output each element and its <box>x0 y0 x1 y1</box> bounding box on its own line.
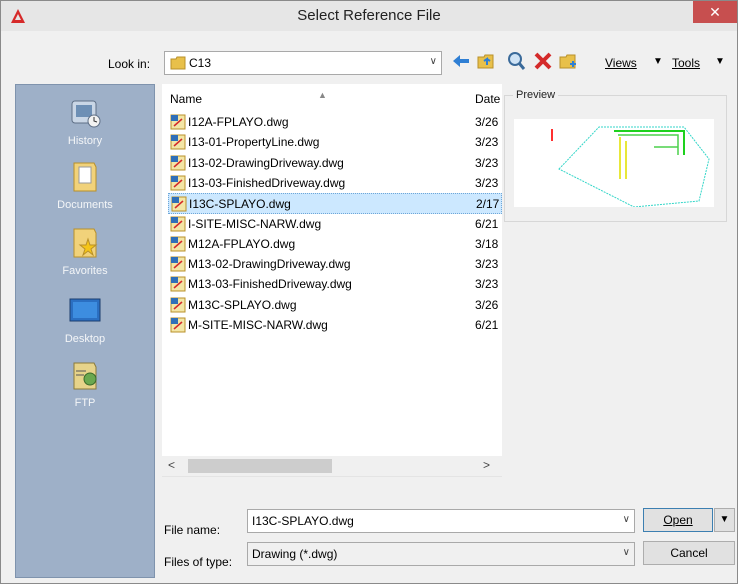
file-name: I13C-SPLAYO.dwg <box>189 197 291 212</box>
file-name: I13-02-DrawingDriveway.dwg <box>188 155 344 170</box>
dwg-file-icon <box>170 216 186 231</box>
window-title: Select Reference File <box>297 7 441 24</box>
search-web-icon[interactable] <box>506 51 526 71</box>
file-row-selected[interactable]: I13C-SPLAYO.dwg 2/17 <box>168 193 502 215</box>
file-name: I12A-FPLAYO.dwg <box>188 115 289 129</box>
scroll-right-icon[interactable]: > <box>483 458 490 472</box>
place-label: Favorites <box>62 265 108 277</box>
file-name: I-SITE-MISC-NARW.dwg <box>188 216 322 231</box>
dwg-file-icon <box>170 256 186 272</box>
column-header-date[interactable]: Date <box>475 92 500 106</box>
file-row[interactable]: I12A-FPLAYO.dwg 3/26 <box>168 112 502 133</box>
file-date: 2/17 <box>476 197 500 212</box>
open-button[interactable]: Open <box>643 508 713 532</box>
horizontal-scrollbar[interactable]: < > <box>162 456 502 476</box>
history-icon <box>71 100 101 128</box>
file-date: 3/23 <box>475 175 499 190</box>
title-bar: Select Reference File ✕ <box>1 1 737 31</box>
cancel-button[interactable]: Cancel <box>643 541 735 565</box>
file-name-label: File name: <box>164 523 221 537</box>
look-in-value: C13 <box>189 56 212 70</box>
file-row[interactable]: I13-02-DrawingDriveway.dwg 3/23 <box>168 153 502 174</box>
scroll-thumb[interactable] <box>188 459 332 473</box>
chevron-down-icon: ∨ <box>622 547 630 558</box>
dwg-file-icon <box>170 276 186 292</box>
select-reference-file-dialog: Select Reference File ✕ Look in: C13 ∨ V… <box>0 0 738 584</box>
dwg-file-icon <box>170 175 186 191</box>
look-in-label: Look in: <box>108 57 151 71</box>
up-one-level-icon[interactable] <box>476 51 496 71</box>
file-row[interactable]: I13-01-PropertyLine.dwg 3/23 <box>168 132 502 153</box>
file-name: M12A-FPLAYO.dwg <box>188 236 296 251</box>
file-name-input[interactable]: I13C-SPLAYO.dwg ∨ <box>247 509 635 533</box>
tools-dropdown-arrow-icon[interactable]: ▼ <box>715 56 725 67</box>
close-button[interactable]: ✕ <box>693 1 737 23</box>
dwg-file-icon <box>170 317 186 333</box>
file-date: 3/23 <box>475 135 499 150</box>
views-dropdown-arrow-icon[interactable]: ▼ <box>653 56 663 67</box>
place-ftp[interactable]: FTP <box>16 357 154 409</box>
file-name: I13-01-PropertyLine.dwg <box>188 135 320 150</box>
folder-icon <box>170 56 186 70</box>
chevron-down-icon: ∨ <box>429 56 437 67</box>
file-date: 3/18 <box>475 236 499 251</box>
place-label: FTP <box>74 397 96 409</box>
file-list: Name ▲ Date I12A-FPLAYO.dwg 3/26 I13-01-Pr… <box>162 84 502 477</box>
dwg-file-icon <box>170 236 186 252</box>
place-label: Documents <box>57 199 113 211</box>
back-arrow-icon[interactable] <box>451 51 471 71</box>
open-options-button[interactable]: ▼ <box>714 508 735 532</box>
file-type-label: Files of type: <box>164 555 233 569</box>
dwg-file-icon <box>170 297 186 313</box>
look-in-dropdown[interactable]: C13 ∨ <box>164 51 442 75</box>
file-row[interactable]: M12A-FPLAYO.dwg 3/18 <box>168 234 502 255</box>
file-date: 3/23 <box>475 155 499 170</box>
ftp-icon <box>73 362 97 390</box>
file-row[interactable]: M-SITE-MISC-NARW.dwg 6/21 <box>168 315 502 336</box>
file-date: 6/21 <box>475 216 499 231</box>
file-name: M-SITE-MISC-NARW.dwg <box>188 318 328 332</box>
place-label: History <box>67 135 103 147</box>
file-date: 3/26 <box>475 115 499 129</box>
column-header-name[interactable]: Name ▲ <box>170 90 327 106</box>
place-documents[interactable]: Documents <box>16 159 154 211</box>
place-desktop[interactable]: Desktop <box>16 293 154 345</box>
preview-label: Preview <box>513 89 559 101</box>
file-row[interactable]: M13-02-DrawingDriveway.dwg 3/23 <box>168 254 502 275</box>
file-date: 3/23 <box>475 277 499 292</box>
chevron-down-icon[interactable]: ∨ <box>623 514 630 525</box>
dwg-file-icon <box>170 134 186 150</box>
file-name: I13-03-FinishedDriveway.dwg <box>188 175 346 190</box>
dwg-file-icon <box>170 114 186 130</box>
drawing-preview-image <box>514 119 714 207</box>
file-type-dropdown[interactable]: Drawing (*.dwg) ∨ <box>247 542 635 566</box>
file-date: 6/21 <box>475 318 499 332</box>
dwg-file-icon <box>171 196 187 212</box>
delete-icon[interactable] <box>533 51 553 71</box>
file-type-value: Drawing (*.dwg) <box>252 547 338 561</box>
file-name: M13C-SPLAYO.dwg <box>188 297 297 312</box>
file-row[interactable]: I13-03-FinishedDriveway.dwg 3/23 <box>168 173 502 194</box>
file-row[interactable]: M13C-SPLAYO.dwg 3/26 <box>168 295 502 316</box>
documents-folder-icon <box>73 162 97 192</box>
tools-menu[interactable]: Tools <box>672 56 700 70</box>
dwg-file-icon <box>170 155 186 171</box>
file-date: 3/26 <box>475 297 499 312</box>
scroll-left-icon[interactable]: < <box>168 458 175 472</box>
file-row[interactable]: I-SITE-MISC-NARW.dwg 6/21 <box>168 214 502 235</box>
file-name-value: I13C-SPLAYO.dwg <box>252 514 354 528</box>
place-label: Desktop <box>64 333 106 345</box>
file-row[interactable]: M13-03-FinishedDriveway.dwg 3/23 <box>168 274 502 295</box>
sort-ascending-icon: ▲ <box>318 90 327 100</box>
file-name: M13-02-DrawingDriveway.dwg <box>188 257 351 272</box>
favorites-folder-icon <box>73 228 98 258</box>
desktop-icon <box>69 298 101 322</box>
create-new-folder-icon[interactable] <box>558 51 578 71</box>
places-bar: History Documents Favorites Desktop FTP <box>15 84 155 578</box>
place-favorites[interactable]: Favorites <box>16 225 154 277</box>
place-history[interactable]: History <box>16 95 154 147</box>
views-menu[interactable]: Views <box>605 56 637 70</box>
file-name: M13-03-FinishedDriveway.dwg <box>188 277 352 292</box>
file-date: 3/23 <box>475 257 499 272</box>
